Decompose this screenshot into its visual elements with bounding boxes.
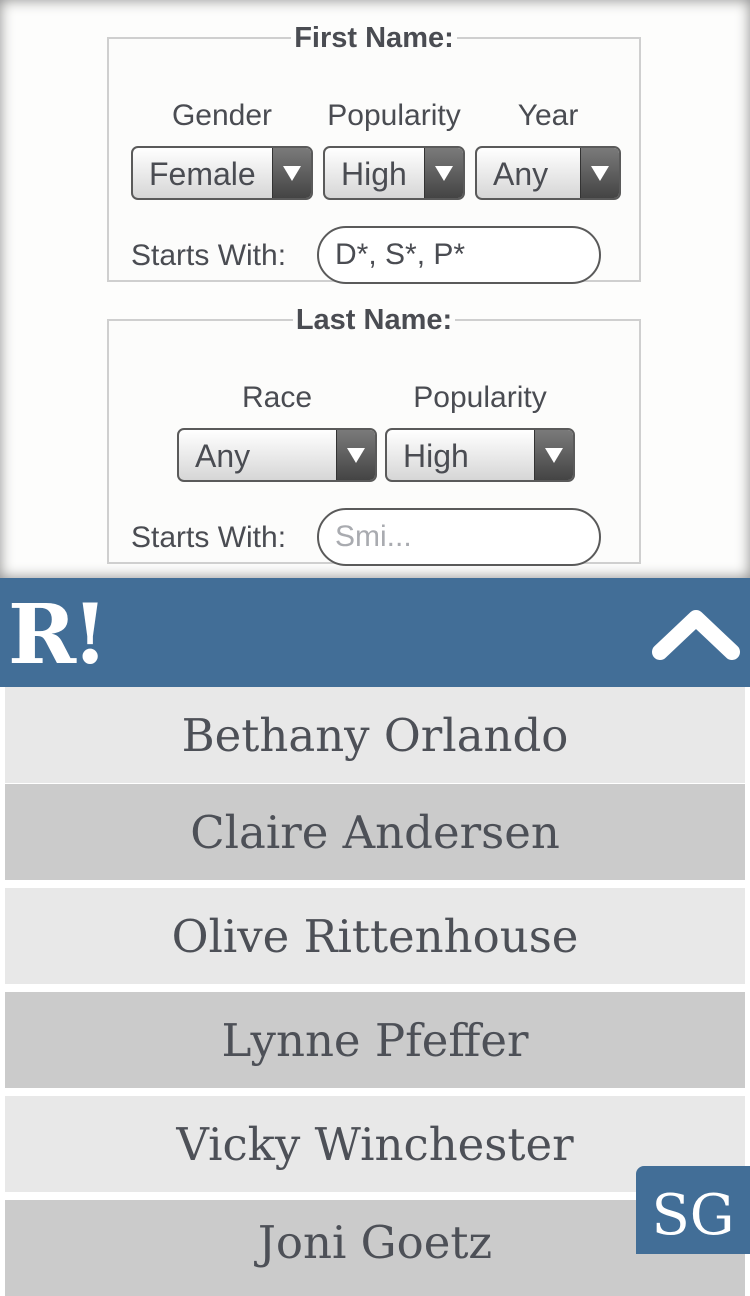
year-label: Year (517, 99, 579, 132)
race-label: Race (241, 381, 313, 414)
gender-value: Female (149, 156, 256, 192)
first-popularity-value: High (341, 156, 407, 192)
year-select[interactable]: Any (475, 146, 621, 200)
chevron-down-icon (580, 148, 619, 198)
chevron-down-icon (336, 430, 375, 480)
list-item[interactable]: Lynne Pfeffer (5, 992, 745, 1088)
sg-badge[interactable]: SG (636, 1166, 750, 1254)
first-starts-with-input[interactable] (335, 228, 585, 282)
list-item[interactable]: Vicky Winchester (5, 1096, 745, 1192)
list-item[interactable]: Claire Andersen (5, 784, 745, 880)
header-bar (0, 578, 750, 687)
last-starts-with-field[interactable] (317, 508, 601, 566)
first-popularity-select[interactable]: High (323, 146, 465, 200)
last-name-legend: Last Name: (295, 304, 453, 336)
first-popularity-label: Popularity (327, 99, 461, 132)
filter-panel: First Name: Gender Popularity Year Femal… (0, 0, 750, 578)
collapse-button[interactable] (650, 604, 742, 664)
first-name-fieldset: First Name: Gender Popularity Year Femal… (107, 22, 641, 284)
race-value: Any (195, 438, 251, 474)
chevron-up-icon (652, 610, 740, 660)
list-item[interactable]: Olive Rittenhouse (5, 888, 745, 984)
first-starts-with-field[interactable] (317, 226, 601, 284)
chevron-down-icon (424, 148, 463, 198)
last-starts-with-input[interactable] (335, 510, 585, 564)
gender-select[interactable]: Female (131, 146, 313, 200)
first-name-legend: First Name: (294, 22, 454, 54)
chevron-down-icon (272, 148, 311, 198)
year-value: Any (493, 156, 549, 192)
last-starts-with-label: Starts With: (131, 521, 287, 554)
race-select[interactable]: Any (177, 428, 377, 482)
last-popularity-label: Popularity (413, 381, 547, 414)
chevron-down-icon (534, 430, 573, 480)
last-popularity-select[interactable]: High (385, 428, 575, 482)
app-logo[interactable]: R! (8, 590, 108, 680)
last-name-fieldset: Last Name: Race Popularity Any High Star… (107, 304, 641, 566)
gender-label: Gender (171, 99, 273, 132)
list-item[interactable]: Joni Goetz (5, 1200, 745, 1296)
last-popularity-value: High (403, 438, 469, 474)
first-starts-with-label: Starts With: (131, 239, 287, 272)
list-item[interactable]: Bethany Orlando (5, 687, 745, 783)
